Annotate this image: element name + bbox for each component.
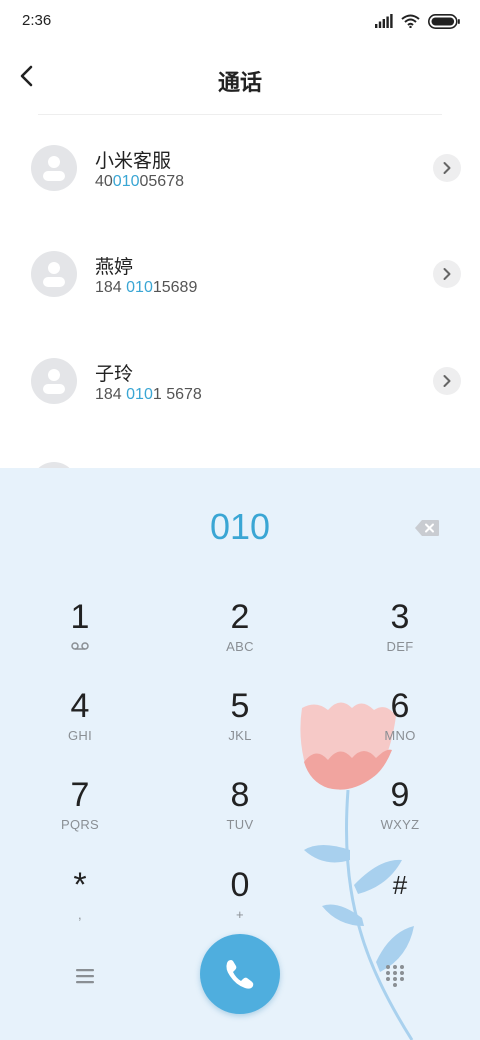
key-hash[interactable]: # [340, 866, 460, 942]
avatar-body-icon [43, 384, 65, 394]
key-2[interactable]: 2 ABC [180, 598, 300, 674]
key-digit: # [392, 870, 408, 900]
key-letters: DEF [386, 639, 414, 654]
key-letters: GHI [67, 728, 92, 743]
key-digit: 0 [230, 866, 250, 904]
status-icons [375, 13, 460, 29]
key-8[interactable]: 8 TUV [180, 776, 300, 852]
backspace-button[interactable] [414, 519, 440, 537]
number-match: 010 [112, 173, 140, 190]
key-digit: * [73, 866, 87, 904]
number-prefix: 40 [95, 173, 113, 190]
key-letters: JKL [228, 728, 252, 743]
key-9[interactable]: 9 WXYZ [340, 776, 460, 852]
contact-name: 燕婷 [95, 256, 134, 278]
chevron-right-icon [443, 375, 451, 387]
key-digit: 1 [70, 598, 90, 636]
key-letters: PQRS [60, 817, 100, 832]
number-match: 010 [126, 279, 153, 296]
contact-number: 184 01015689 [95, 279, 197, 297]
dial-input[interactable]: 010 [0, 506, 480, 548]
number-suffix: 15689 [152, 279, 198, 296]
key-4[interactable]: 4 GHI [20, 687, 140, 763]
key-3[interactable]: 3 DEF [340, 598, 460, 674]
contact-name: 小米客服 [95, 150, 172, 172]
avatar [31, 358, 77, 404]
key-1[interactable]: 1 [20, 598, 140, 674]
contact-detail-button[interactable] [433, 367, 461, 395]
wifi-icon [401, 14, 420, 28]
key-7[interactable]: 7 PQRS [20, 776, 140, 852]
number-suffix: 05678 [139, 173, 185, 190]
menu-icon [76, 969, 94, 984]
menu-button[interactable] [70, 965, 100, 987]
key-0[interactable]: 0 + [180, 866, 300, 942]
key-letters: ABC [226, 639, 254, 654]
contact-detail-button[interactable] [433, 154, 461, 182]
page-title: 通话 [217, 71, 262, 96]
avatar-head-icon [48, 262, 60, 274]
avatar-body-icon [43, 277, 65, 287]
key-digit: 6 [390, 687, 410, 725]
key-letters: MNO [384, 728, 416, 743]
status-bar: 2:36 [0, 0, 480, 44]
key-6[interactable]: 6 MNO [340, 687, 460, 763]
chevron-right-icon [443, 268, 451, 280]
status-time: 2:36 [22, 12, 52, 29]
contact-number: 184 0101 5678 [95, 386, 202, 404]
key-letters: TUV [226, 817, 254, 832]
keypad-icon [386, 965, 404, 987]
chevron-right-icon [443, 162, 451, 174]
key-digit: 5 [230, 687, 250, 725]
number-suffix: 1 5678 [152, 386, 202, 403]
key-letters: WXYZ [380, 817, 420, 832]
battery-icon [428, 13, 460, 29]
avatar-body-icon [43, 171, 65, 181]
contact-detail-button[interactable] [433, 260, 461, 288]
key-digit: 3 [390, 598, 410, 636]
key-5[interactable]: 5 JKL [180, 687, 300, 763]
header: 通话 [0, 44, 480, 114]
contact-name: 子玲 [95, 363, 134, 385]
number-prefix: 184 [95, 386, 127, 403]
key-digit: 7 [70, 776, 90, 814]
signal-icon [375, 14, 393, 28]
keypad-toggle-button[interactable] [384, 964, 406, 988]
phone-icon [226, 960, 254, 989]
contact-number: 4001005678 [95, 173, 184, 191]
key-digit: 8 [230, 776, 250, 814]
key-letters: , [78, 907, 82, 922]
avatar [31, 251, 77, 297]
dialpad: 010 1 2 ABC 3 DEF 4 GHI 5 JKL 6 MNO 7 PQ… [0, 468, 480, 1040]
key-digit: 2 [230, 598, 250, 636]
avatar [31, 145, 77, 191]
avatar-head-icon [48, 156, 60, 168]
key-digit: 9 [390, 776, 410, 814]
header-divider [38, 114, 442, 115]
key-letters: + [236, 907, 244, 922]
key-digit: 4 [70, 687, 90, 725]
avatar-head-icon [48, 369, 60, 381]
number-match: 010 [126, 386, 153, 403]
key-star[interactable]: * , [20, 866, 140, 942]
voicemail-icon [20, 639, 140, 654]
number-prefix: 184 [95, 279, 127, 296]
call-button[interactable] [200, 934, 280, 1014]
backspace-icon [415, 520, 439, 536]
